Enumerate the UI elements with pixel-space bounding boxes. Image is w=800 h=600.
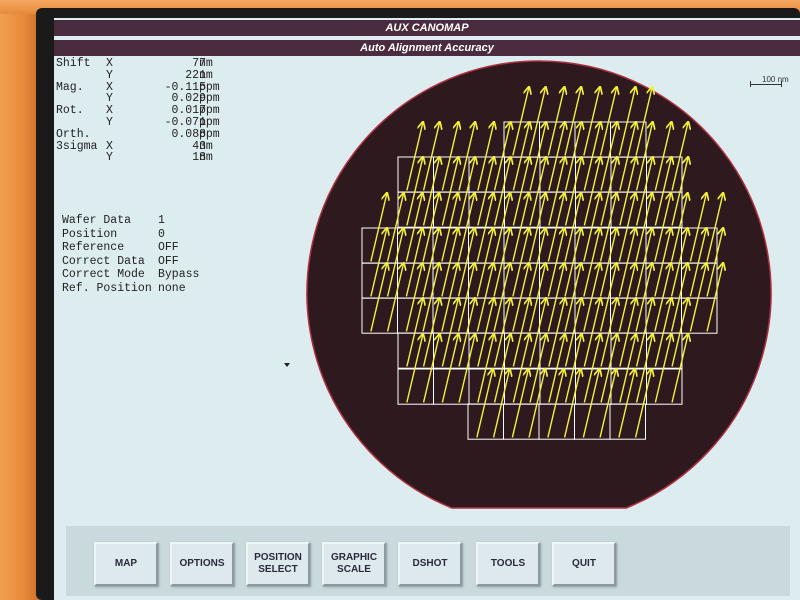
stat-row: Y 221 nm [106,68,213,82]
stats-panel: Shift X 77 nm Y 221 nm Mag. X -0.115 ppm Y 0.029 p… [56,58,226,164]
info-panel: Wafer Data 1 Position 0 Reference OFF Corre… [62,214,232,295]
graphic-scale-button[interactable]: GRAPHIC SCALE [322,542,386,586]
info-row: Correct Data OFF [62,254,179,268]
info-row: Reference OFF [62,241,179,254]
tools-button[interactable]: TOOLS [476,542,540,586]
screen: AUX CANOMAP Auto Alignment Accuracy Shif… [54,18,800,600]
dshot-button[interactable]: DSHOT [398,542,462,586]
mouse-cursor [284,363,290,367]
monitor-bezel [0,0,40,600]
info-row: Wafer Data 1 [62,214,165,227]
info-row: Correct Mode Bypass [62,268,200,281]
options-button[interactable]: OPTIONS [170,542,234,586]
stat-row: Y 18 nm [106,151,213,165]
info-row: Ref. Position none [62,281,186,295]
position-select-button[interactable]: POSITION SELECT [246,542,310,586]
scale-bar: 100 nm [750,75,790,90]
map-button[interactable]: MAP [94,542,158,586]
stat-row: Orth. 0.088 ppm [56,127,220,141]
scale-label: 100 nm [762,75,789,84]
info-row: Position 0 [62,227,165,241]
stat-row: Y -0.071 ppm [106,115,220,129]
button-bar: MAP OPTIONS POSITION SELECT GRAPHIC SCAL… [66,526,790,596]
quit-button[interactable]: QUIT [552,542,616,586]
